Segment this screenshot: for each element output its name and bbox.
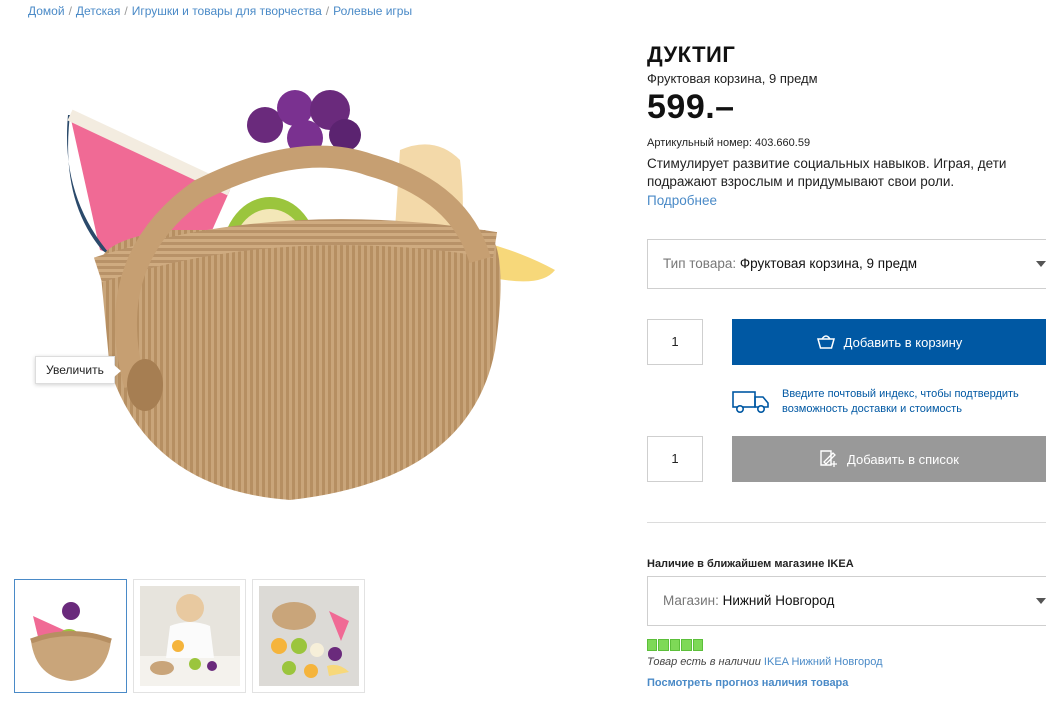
article-number: Артикульный номер: 403.660.59 — [647, 137, 811, 149]
add-to-list-button[interactable]: Добавить в список — [732, 436, 1046, 482]
chevron-down-icon — [1036, 598, 1046, 604]
breadcrumb-home[interactable]: Домой — [28, 4, 65, 18]
stock-level-segment — [647, 639, 658, 651]
delivery-text-line1: Введите почтовый индекс, чтобы подтверди… — [782, 388, 1019, 400]
store-link[interactable]: IKEA Нижний Новгород — [764, 656, 883, 668]
breadcrumb-toys[interactable]: Игрушки и товары для творчества — [132, 4, 322, 18]
stock-level-indicator — [647, 639, 703, 651]
product-description: Стимулирует развитие социальных навыков.… — [647, 156, 1007, 189]
store-select[interactable]: Магазин: Нижний Новгород — [647, 576, 1046, 626]
thumbnail-child-playing[interactable] — [133, 579, 246, 693]
breadcrumb-separator: / — [124, 4, 128, 18]
breadcrumb-kids[interactable]: Детская — [76, 4, 120, 18]
breadcrumb: Домой / Детская / Игрушки и товары для творч… — [28, 4, 412, 18]
add-to-cart-label: Добавить в корзину — [843, 334, 963, 350]
breadcrumb-roleplay[interactable]: Ролевые игры — [333, 4, 412, 18]
basket-icon — [816, 333, 836, 352]
stock-status: Товар есть в наличии IKEA Нижний Новгоро… — [647, 656, 883, 668]
breadcrumb-separator: / — [325, 4, 330, 18]
product-price: 599.– — [647, 88, 735, 126]
chevron-down-icon — [1036, 261, 1046, 267]
stock-level-segment — [681, 639, 692, 651]
section-divider — [647, 522, 1046, 523]
main-product-image[interactable] — [40, 80, 600, 520]
stock-forecast-link[interactable]: Посмотреть прогноз наличия товара — [647, 677, 848, 689]
availability-title: Наличие в ближайшем магазине IKEA — [647, 558, 854, 570]
list-add-icon — [819, 449, 839, 470]
stock-level-segment — [692, 639, 703, 651]
stock-status-text: Товар есть в наличии — [647, 656, 761, 668]
product-name: ДУКТИГ — [647, 42, 736, 67]
breadcrumb-separator: / — [68, 4, 72, 18]
grapes-shape — [247, 90, 361, 156]
zoom-tooltip[interactable]: Увеличить — [35, 356, 121, 384]
thumbnail-fruits-spread[interactable] — [252, 579, 365, 693]
delivery-info[interactable]: Введите почтовый индекс, чтобы подтверди… — [732, 386, 1046, 418]
truck-icon — [732, 389, 770, 420]
stock-level-segment — [658, 639, 669, 651]
stock-level-segment — [669, 639, 681, 651]
product-type-value: Фруктовая корзина, 9 предм — [739, 256, 917, 271]
delivery-text-line2: возможность доставки и стоимость — [782, 403, 962, 415]
add-to-list-label: Добавить в список — [847, 451, 959, 467]
thumbnail-basket[interactable] — [14, 579, 127, 693]
product-subtitle: Фруктовая корзина, 9 предм — [647, 71, 818, 86]
list-quantity-input[interactable]: 1 — [647, 436, 703, 482]
product-type-label: Тип товара: — [663, 256, 737, 271]
product-type-select[interactable]: Тип товара: Фруктовая корзина, 9 предм — [647, 239, 1046, 289]
store-select-value: Нижний Новгород — [722, 593, 835, 608]
store-select-label: Магазин: — [663, 593, 719, 608]
add-to-cart-button[interactable]: Добавить в корзину — [732, 319, 1046, 365]
cart-quantity-input[interactable]: 1 — [647, 319, 703, 365]
more-details-link[interactable]: Подробнее — [647, 193, 717, 208]
